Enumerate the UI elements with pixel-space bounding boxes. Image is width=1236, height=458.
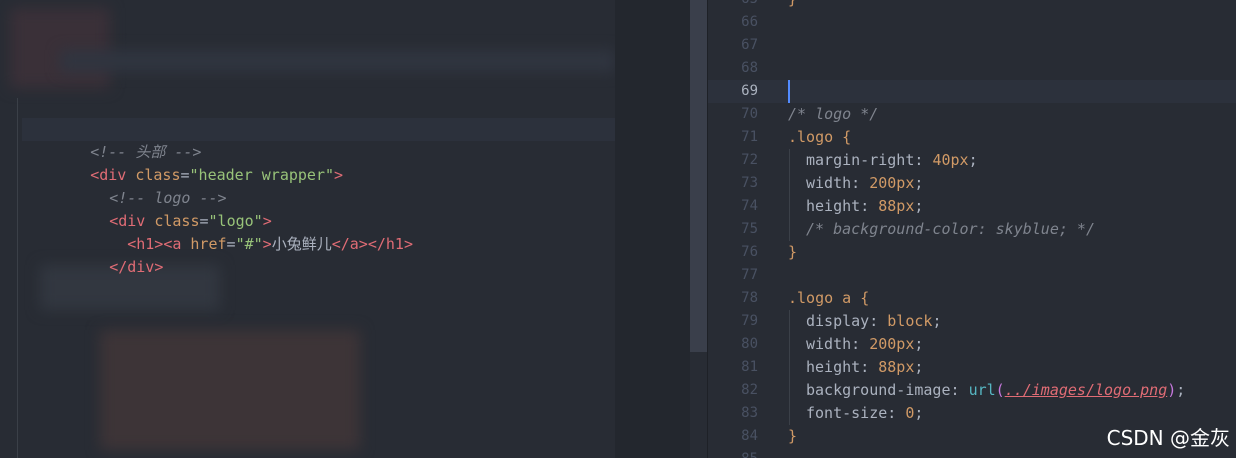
brace-token: }	[788, 243, 798, 261]
line-number: 80	[741, 336, 758, 352]
right-editor-pane[interactable]: 65 66 67 68 69 70 71 72 73 74 75 76 77 7…	[708, 0, 1236, 458]
css-line-81: height: 88px;	[806, 358, 924, 376]
string-token: "#"	[235, 235, 263, 253]
a-open-token: <a	[163, 235, 182, 253]
value-token: block	[887, 312, 933, 330]
line-number: 79	[741, 313, 758, 329]
h1-close-token: </h1>	[367, 235, 413, 253]
editor-gutter-gap	[615, 0, 690, 458]
css-line-84: }	[788, 425, 797, 448]
value-token: 88px	[878, 197, 915, 215]
value-token: 200px	[869, 335, 915, 353]
property-token: width	[806, 335, 852, 353]
indent-guide	[789, 149, 790, 241]
line-number: 68	[741, 60, 758, 76]
property-token: display	[806, 312, 870, 330]
link-text-token: 小兔鲜儿	[271, 235, 332, 253]
line-number: 73	[741, 175, 758, 191]
line-number: 70	[741, 106, 758, 122]
line-number-active: 69	[741, 83, 758, 99]
code-line-h1: <h1><a href="#">小兔鲜儿</a></h1>	[73, 210, 413, 253]
blurred-region-bottom-colored	[100, 330, 360, 450]
comment-token: /* logo */	[788, 105, 879, 123]
line-number: 72	[741, 152, 758, 168]
line-number: 85	[708, 448, 758, 458]
indent-guide	[789, 310, 790, 425]
css-line-78: .logo a {	[788, 287, 869, 310]
value-token: 40px	[932, 151, 969, 169]
line-number: 71	[741, 129, 758, 145]
property-token: font-size	[806, 404, 888, 422]
css-line-80: width: 200px;	[806, 335, 924, 353]
css-line-71: .logo {	[788, 126, 851, 149]
gt-token: >	[262, 235, 272, 253]
css-line-79: display: block;	[806, 312, 942, 330]
brace-token: {	[833, 128, 852, 146]
line-number: 78	[741, 290, 758, 306]
css-line-70: /* logo */	[788, 103, 878, 126]
line-number: 82	[741, 382, 758, 398]
line-number: 81	[741, 359, 758, 375]
code-line-comment-logo: <!-- logo -->	[55, 164, 226, 207]
css-line-65: }	[788, 0, 797, 11]
watermark-text: CSDN @金灰	[1106, 426, 1230, 450]
left-editor-pane[interactable]: <!-- 头部 --> <div class="header wrapper">…	[0, 0, 615, 458]
value-token: 200px	[869, 174, 915, 192]
css-line-76: }	[788, 241, 797, 264]
blurred-region-top	[10, 8, 110, 88]
line-number: 66	[741, 14, 758, 30]
brace-token: }	[788, 0, 797, 8]
css-line-73: width: 200px;	[806, 174, 924, 192]
code-line-div-header: <div class="header wrapper">	[36, 141, 343, 184]
tag-token: </div>	[109, 258, 164, 276]
tag-close-token: >	[334, 166, 344, 184]
css-line-74: height: 88px;	[806, 197, 924, 215]
line-number: 77	[741, 267, 758, 283]
indent-guide	[17, 98, 18, 458]
css-line-83: font-size: 0;	[806, 404, 924, 422]
text-cursor	[788, 80, 790, 103]
code-line-div-logo: <div class="logo">	[55, 187, 272, 230]
selector-token: .logo a	[788, 289, 852, 307]
url-link-token[interactable]: ../images/logo.png	[1005, 381, 1168, 399]
css-line-82: background-image: url(../images/logo.png…	[806, 381, 1186, 399]
comment-token: /* background-color: skyblue; */	[806, 220, 1095, 238]
vertical-scrollbar[interactable]	[690, 0, 707, 352]
screenshot-root: <!-- 头部 --> <div class="header wrapper">…	[0, 0, 1236, 458]
selector-token: .logo	[788, 128, 834, 146]
brace-token: {	[851, 289, 870, 307]
brace-token: }	[788, 427, 798, 445]
blurred-region-top-line	[60, 50, 615, 72]
line-number: 76	[741, 244, 758, 260]
attribute-token: href	[190, 235, 227, 253]
function-token: url	[968, 381, 996, 399]
value-token: 88px	[878, 358, 915, 376]
line-number: 84	[741, 428, 758, 444]
property-token: height	[806, 358, 861, 376]
a-close-token: </a>	[331, 235, 368, 253]
line-number: 65	[708, 0, 758, 11]
property-token: height	[806, 197, 861, 215]
property-token: background-image	[806, 381, 951, 399]
line-number: 83	[741, 405, 758, 421]
css-line-75: /* background-color: skyblue; */	[806, 218, 1095, 241]
equals-token: =	[226, 235, 236, 253]
code-line-div-close: </div>	[55, 233, 163, 276]
property-token: width	[806, 174, 852, 192]
line-number: 74	[741, 198, 758, 214]
property-token: margin-right	[806, 151, 915, 169]
css-line-72: margin-right: 40px;	[806, 151, 978, 169]
line-number: 67	[741, 37, 758, 53]
line-number: 75	[741, 221, 758, 237]
code-line-comment-header: <!-- 头部 -->	[36, 118, 201, 161]
